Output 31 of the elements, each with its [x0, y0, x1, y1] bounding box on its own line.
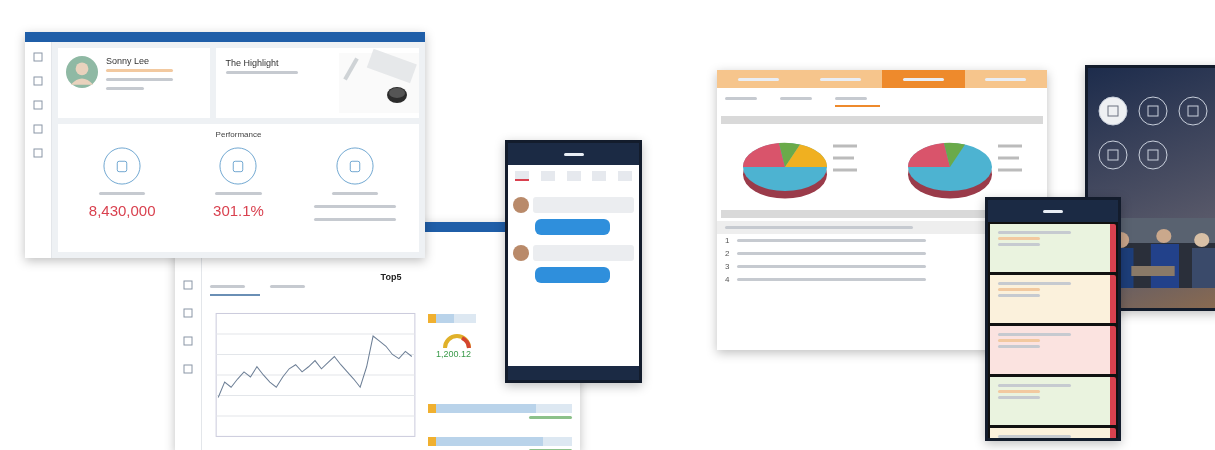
- tab[interactable]: [835, 94, 880, 107]
- highlight-title: The Highlight: [225, 58, 280, 68]
- user-name: Sonny Lee: [106, 56, 151, 66]
- menu-icon[interactable]: [1138, 96, 1168, 126]
- row-number: 4: [725, 275, 730, 284]
- menu-icon[interactable]: [1098, 140, 1128, 170]
- metric-icon: [219, 147, 258, 185]
- chart-title: Top5: [380, 272, 402, 282]
- list-card[interactable]: [990, 275, 1116, 323]
- avatar-icon: [513, 197, 529, 213]
- row-number: 1: [725, 236, 730, 245]
- tab[interactable]: [210, 282, 260, 296]
- menu-icon[interactable]: [1098, 96, 1128, 126]
- gauge-value: 1,200.12: [436, 349, 472, 359]
- list-card[interactable]: [990, 326, 1116, 374]
- metric-icon: [335, 147, 374, 185]
- panel-title: Performance: [215, 130, 262, 139]
- row-number: 2: [725, 249, 730, 258]
- avatar-icon: [513, 245, 529, 261]
- metric-value: 301.1%: [213, 202, 264, 219]
- gauge-icon: [442, 333, 472, 349]
- tab[interactable]: [515, 171, 529, 181]
- step[interactable]: [882, 70, 965, 88]
- avatar-icon: [66, 56, 98, 88]
- metric-value: 8,430,000: [88, 202, 156, 219]
- menu-icon[interactable]: [1138, 140, 1168, 170]
- menu-icon[interactable]: [1178, 96, 1208, 126]
- list-card[interactable]: [990, 377, 1116, 425]
- list-card[interactable]: [990, 224, 1116, 272]
- metric-icon: [103, 147, 142, 185]
- row-number: 3: [725, 262, 730, 271]
